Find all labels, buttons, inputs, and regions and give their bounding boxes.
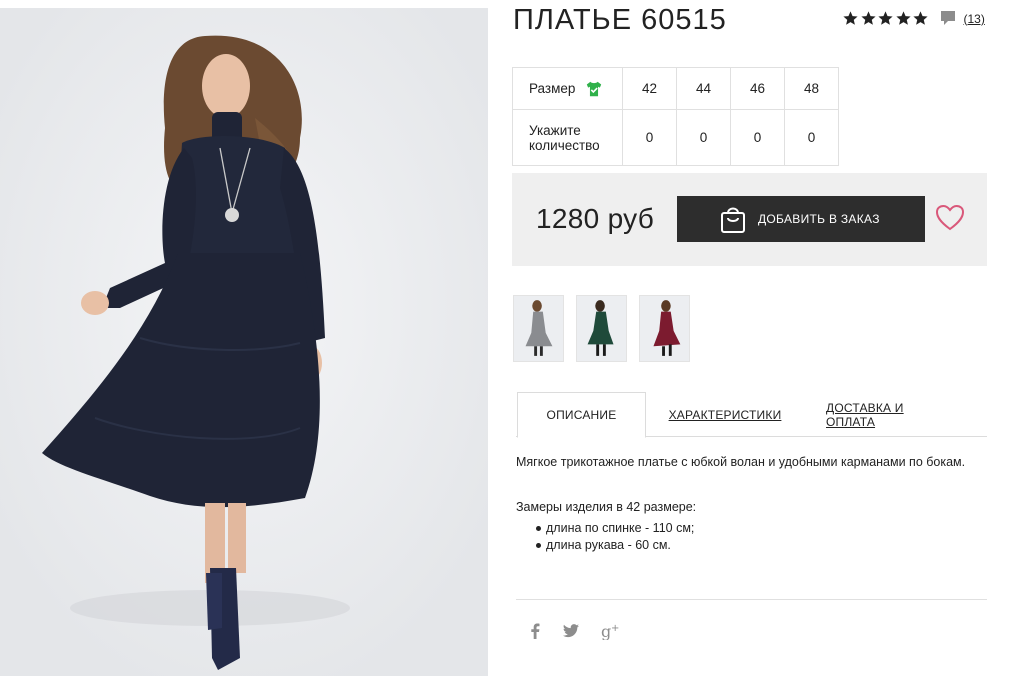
quantity-input[interactable]: 0: [622, 109, 677, 166]
quantity-label: Укажите количество: [512, 109, 623, 166]
product-info-tabs: ОПИСАНИЕ ХАРАКТЕРИСТИКИ ДОСТАВКА И ОПЛАТ…: [516, 392, 987, 438]
color-thumbnails: [513, 295, 702, 362]
product-rating: (13): [842, 10, 985, 27]
twitter-icon[interactable]: [563, 624, 579, 638]
rating-stars[interactable]: [842, 10, 930, 27]
size-chart-icon[interactable]: [585, 80, 603, 98]
size-option: 46: [730, 67, 785, 110]
gray-dress-thumbnail-image: [525, 300, 553, 356]
tab-description-label: ОПИСАНИЕ: [546, 408, 617, 422]
comment-icon: [940, 11, 955, 25]
google-plus-icon[interactable]: g +: [601, 622, 621, 640]
svg-text:g: g: [601, 622, 611, 640]
description-text: Мягкое трикотажное платье с юбкой волан …: [516, 455, 966, 469]
measurements-list: длина по спинке - 110 см; длина рукава -…: [516, 520, 976, 554]
star-icon[interactable]: [860, 10, 877, 27]
tab-characteristics-label: ХАРАКТЕРИСТИКИ: [668, 407, 782, 422]
star-icon[interactable]: [842, 10, 859, 27]
size-label: Размер: [529, 81, 576, 96]
size-option: 42: [622, 67, 677, 110]
thumbnail-green-dress[interactable]: [576, 295, 627, 362]
heart-icon[interactable]: [935, 204, 965, 232]
size-option: 48: [784, 67, 839, 110]
quantity-input[interactable]: 0: [784, 109, 839, 166]
quantity-input[interactable]: 0: [676, 109, 731, 166]
facebook-icon[interactable]: [529, 623, 541, 639]
measurements-heading: Замеры изделия в 42 размере:: [516, 500, 697, 514]
reviews-count-link[interactable]: (13): [964, 12, 985, 26]
divider: [516, 599, 987, 600]
add-to-order-button[interactable]: ДОБАВИТЬ В ЗАКАЗ: [677, 196, 925, 242]
thumbnail-burgundy-dress[interactable]: [639, 295, 690, 362]
size-option: 44: [676, 67, 731, 110]
size-label-cell: Размер: [512, 67, 623, 110]
quantity-input[interactable]: 0: [730, 109, 785, 166]
star-icon[interactable]: [877, 10, 894, 27]
star-icon[interactable]: [895, 10, 912, 27]
tab-delivery-payment-label: ДОСТАВКА И ОПЛАТА: [826, 400, 904, 429]
product-title: ПЛАТЬЕ 60515: [513, 4, 727, 36]
social-share: g +: [529, 622, 643, 640]
list-item: длина рукава - 60 см.: [516, 537, 976, 554]
description-panel: Мягкое трикотажное платье с юбкой волан …: [516, 453, 976, 554]
model-in-dress-image: [0, 8, 488, 676]
star-icon[interactable]: [912, 10, 929, 27]
svg-text:+: +: [611, 623, 619, 634]
list-item: длина по спинке - 110 см;: [516, 520, 976, 537]
tab-delivery-payment[interactable]: ДОСТАВКА И ОПЛАТА: [826, 392, 956, 437]
shopping-bag-icon: [721, 207, 745, 233]
add-to-order-label: ДОБАВИТЬ В ЗАКАЗ: [758, 212, 880, 226]
thumbnail-gray-dress[interactable]: [513, 295, 564, 362]
burgundy-dress-thumbnail-image: [653, 300, 681, 356]
tab-description[interactable]: ОПИСАНИЕ: [517, 392, 646, 438]
product-price: 1280 руб: [536, 203, 655, 234]
product-main-photo[interactable]: [0, 8, 488, 676]
size-quantity-table: Размер 42 44 46 48 Укажите количество 0 …: [512, 67, 839, 166]
price-bar: 1280 руб ДОБАВИТЬ В ЗАКАЗ: [512, 173, 987, 266]
green-dress-thumbnail-image: [587, 300, 614, 356]
tab-characteristics[interactable]: ХАРАКТЕРИСТИКИ: [666, 392, 784, 437]
